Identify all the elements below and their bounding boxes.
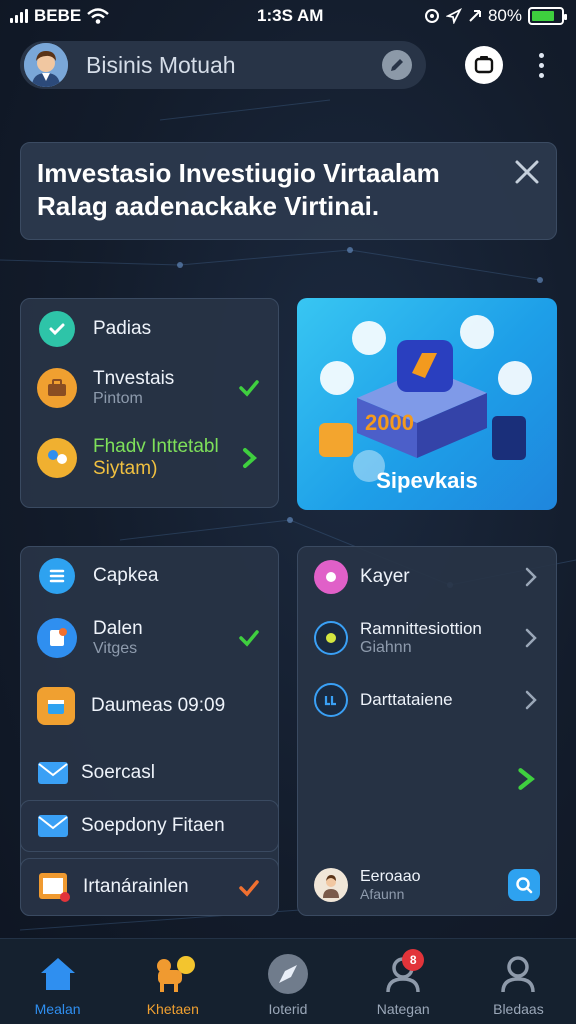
item-title: Padias (93, 318, 152, 339)
user-group-icon: 8 (380, 949, 426, 997)
services-card: Kayer Ramnittesiottion Giahnn Darttataie… (297, 546, 557, 916)
search-icon (516, 877, 533, 894)
list-item[interactable]: Fhadv Inttetabl Siytam) (21, 433, 278, 483)
check-icon (239, 880, 259, 897)
camera-icon (474, 56, 494, 74)
item-title: Capkea (93, 565, 159, 586)
promo-illustration[interactable]: 2000 Sipevkais (297, 298, 557, 510)
nav-explore[interactable]: Ioterid (230, 939, 345, 1024)
item-subtitle: Siytam) (93, 458, 158, 479)
list-item[interactable]: Soepdony Fitaen (20, 800, 279, 852)
battery-percent: 80% (487, 6, 522, 25)
item-title: Ramnittesiottion (360, 619, 482, 638)
location-icon (445, 8, 462, 24)
promo-label: Sipevkais (376, 468, 478, 493)
close-icon[interactable] (512, 157, 542, 187)
heart-icon (314, 560, 348, 594)
item-title: Soercasl (81, 762, 155, 783)
item-subtitle: Giahnn (360, 639, 412, 656)
people-icon (37, 438, 77, 478)
item-title: Daumeas 09:09 (91, 695, 226, 716)
check-icon (239, 630, 259, 647)
mail-icon (38, 762, 68, 784)
nav-home[interactable]: Mealan (0, 939, 115, 1024)
edit-icon[interactable] (382, 50, 412, 80)
avatar[interactable] (24, 43, 68, 87)
profile-bar[interactable]: Bisinis Motuah (20, 41, 426, 89)
list-item[interactable]: Padias (21, 309, 278, 349)
report-icon (39, 873, 70, 902)
list-icon (39, 558, 75, 594)
info-banner: Imvestasio Investiugio Virtaalam Ralag a… (20, 142, 557, 240)
list-item[interactable]: Darttataiene (298, 679, 556, 721)
list-item[interactable]: Irtanárainlen (20, 858, 279, 916)
document-icon (37, 618, 77, 658)
item-subtitle: Vitges (93, 640, 138, 657)
nav-label: Bledaas (493, 1001, 544, 1017)
signal-arrow-icon (469, 10, 481, 22)
item-title: Dalen (93, 618, 143, 639)
pet-icon (150, 951, 196, 997)
briefcase-icon (37, 368, 77, 408)
list-item[interactable]: Soercasl (21, 753, 278, 793)
nav-notifications[interactable]: 8 Nategan (346, 939, 461, 1024)
settings-icon (314, 621, 348, 655)
chevron-right-icon (243, 448, 258, 468)
chevron-right-icon (525, 628, 537, 648)
nav-label: Nategan (376, 1001, 430, 1017)
item-title: Soepdony Fitaen (81, 815, 225, 836)
avatar (314, 868, 348, 902)
home-icon (35, 951, 81, 997)
chevron-right-icon (525, 567, 537, 587)
list-item[interactable]: Kayer (298, 557, 556, 597)
alarm-icon (424, 9, 439, 23)
item-title: Kayer (360, 566, 410, 587)
list-item[interactable]: Daumeas 09:09 (21, 683, 278, 729)
nav-label: Khetaen (146, 1001, 199, 1017)
more-options-button[interactable] (528, 48, 554, 82)
nav-label: Mealan (34, 1001, 81, 1017)
profile-name: Bisinis Motuah (86, 51, 236, 78)
item-title: Tnvestais (93, 368, 175, 389)
list-item[interactable]: Ramnittesiottion Giahnn (298, 613, 556, 663)
check-circle-icon (39, 311, 75, 347)
compass-icon (265, 951, 311, 997)
nav-market[interactable]: Khetaen (115, 939, 230, 1024)
item-title: Darttataiene (360, 690, 453, 709)
contact-item[interactable]: Eeroaao Afaunn (298, 863, 556, 907)
clock: 1:3S AM (257, 6, 324, 25)
calendar-icon (37, 687, 75, 725)
carrier-name: BEBE (34, 6, 82, 25)
battery-icon (528, 7, 567, 25)
banner-line-2: Ralag aadenackake Virtinai. (37, 191, 380, 221)
chevron-right-icon[interactable] (514, 767, 538, 791)
chevron-right-icon (525, 690, 537, 710)
list-item[interactable]: Tnvestais Pintom (21, 363, 278, 413)
item-title: Fhadv Inttetabl (93, 436, 219, 457)
data-icon (314, 683, 348, 717)
investment-card: Padias Tnvestais Pintom Fhadv Inttetabl … (20, 298, 279, 508)
camera-button[interactable] (465, 46, 503, 84)
check-icon (239, 380, 259, 397)
promo-number: 2000 (365, 410, 414, 435)
bottom-navigation: Mealan Khetaen Ioterid 8 Nategan Bledaas (0, 938, 576, 1024)
profile-icon (495, 951, 541, 997)
mail-icon (38, 815, 68, 837)
item-subtitle: Pintom (93, 390, 143, 407)
item-title: Eeroaao (360, 868, 421, 885)
nav-label: Ioterid (268, 1001, 308, 1017)
nav-profile[interactable]: Bledaas (461, 939, 576, 1024)
list-item[interactable]: Capkea (21, 555, 278, 597)
item-title: Irtanárainlen (83, 876, 189, 897)
list-item[interactable]: Dalen Vitges (21, 613, 278, 663)
search-button[interactable] (508, 869, 540, 901)
item-subtitle: Afaunn (360, 886, 405, 902)
banner-line-1: Imvestasio Investiugio Virtaalam (37, 158, 440, 188)
wifi-icon (87, 8, 110, 24)
signal-icon (10, 9, 28, 23)
status-bar: BEBE 1:3S AM 80% (0, 0, 576, 32)
